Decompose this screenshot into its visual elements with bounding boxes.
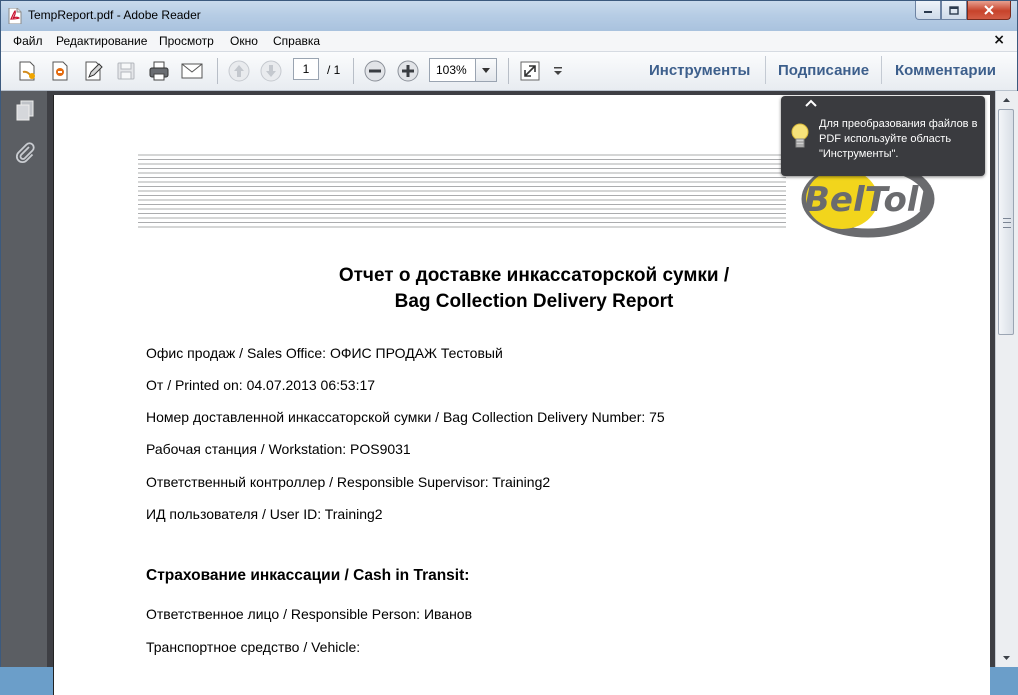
- menu-help[interactable]: Справка: [273, 34, 320, 48]
- export-pdf-icon[interactable]: [48, 59, 72, 83]
- chevron-down-icon: [482, 67, 490, 73]
- scroll-thumb[interactable]: [998, 109, 1014, 335]
- supervisor-line: Ответственный контроллер / Responsible S…: [146, 474, 551, 490]
- page-thumbnails-icon[interactable]: [13, 99, 37, 123]
- document-title: Отчет о доставке инкассаторской сумки / …: [51, 263, 1017, 315]
- logo-text: BelToll: [804, 180, 931, 220]
- page-count: / 1: [327, 63, 341, 77]
- link-separator: [881, 56, 882, 84]
- close-button[interactable]: [967, 1, 1011, 20]
- title-bar[interactable]: TempReport.pdf - Adobe Reader: [1, 1, 1017, 31]
- tools-pane-link[interactable]: Инструменты: [649, 62, 750, 79]
- tools-hint-tooltip[interactable]: Для преобразования файлов в PDF использу…: [781, 96, 985, 176]
- title-line-2: Bag Collection Delivery Report: [394, 291, 674, 312]
- header-stripes: [138, 154, 786, 228]
- close-icon: [984, 5, 994, 15]
- zoom-in-icon[interactable]: [396, 59, 420, 83]
- sales-office-line: Офис продаж / Sales Office: ОФИС ПРОДАЖ …: [146, 345, 503, 361]
- close-document-button[interactable]: ×: [993, 32, 1005, 48]
- window-controls: [915, 1, 1011, 21]
- menu-view[interactable]: Просмотр: [159, 34, 214, 48]
- zoom-out-icon[interactable]: [363, 59, 387, 83]
- minimize-icon: [924, 11, 932, 13]
- delivery-number-line: Номер доставленной инкассаторской сумки …: [146, 409, 665, 425]
- email-icon[interactable]: [180, 59, 204, 83]
- tooltip-text: Для преобразования файлов в PDF использу…: [819, 118, 978, 160]
- toolbar-separator: [217, 58, 218, 84]
- maximize-icon: [949, 5, 959, 15]
- attachments-icon[interactable]: [13, 141, 37, 165]
- page-number-input[interactable]: 1: [293, 58, 319, 80]
- user-id-line: ИД пользователя / User ID: Training2: [146, 506, 383, 522]
- next-page-icon[interactable]: [259, 59, 283, 83]
- zoom-select[interactable]: 103%: [429, 58, 497, 82]
- menu-edit[interactable]: Редактирование: [56, 34, 147, 48]
- workstation-line: Рабочая станция / Workstation: POS9031: [146, 441, 411, 457]
- previous-page-icon[interactable]: [227, 59, 251, 83]
- section-heading: Страхование инкассации / Cash in Transit…: [146, 567, 470, 584]
- printed-on-line: От / Printed on: 04.07.2013 06:53:17: [146, 377, 376, 393]
- title-line-1: Отчет о доставке инкассаторской сумки /: [338, 265, 730, 286]
- scroll-down-button[interactable]: [998, 651, 1014, 665]
- minimize-button[interactable]: [915, 1, 941, 20]
- print-icon[interactable]: [147, 59, 171, 83]
- vehicle-line: Транспортное средство / Vehicle:: [146, 639, 361, 655]
- zoom-dropdown-button[interactable]: [475, 59, 496, 81]
- maximize-button[interactable]: [941, 1, 967, 20]
- link-separator: [765, 56, 766, 84]
- menu-window[interactable]: Окно: [230, 34, 258, 48]
- scroll-up-button[interactable]: [998, 93, 1014, 107]
- create-pdf-icon[interactable]: [15, 59, 39, 83]
- fit-page-icon[interactable]: [518, 59, 542, 83]
- save-icon[interactable]: [114, 59, 138, 83]
- zoom-value: 103%: [436, 63, 467, 77]
- app-window: TempReport.pdf - Adobe Reader Файл Редак…: [0, 0, 1018, 695]
- toolbar-options-icon[interactable]: [551, 64, 565, 78]
- edit-pdf-icon[interactable]: [81, 59, 105, 83]
- vertical-scrollbar[interactable]: [995, 91, 1018, 667]
- navigation-panel: [1, 91, 47, 667]
- scroll-grip: [1003, 218, 1011, 228]
- menu-bar: Файл Редактирование Просмотр Окно Справк…: [1, 31, 1017, 52]
- menu-file[interactable]: Файл: [13, 34, 43, 48]
- pdf-page: BelToll: [53, 95, 990, 695]
- chevron-up-icon[interactable]: [805, 99, 817, 107]
- responsible-person-line: Ответственное лицо / Responsible Person:…: [146, 606, 473, 622]
- scroll-down-arrow-icon: [1002, 656, 1010, 660]
- lightbulb-icon: [791, 123, 809, 148]
- toolbar-separator: [353, 58, 354, 84]
- sign-pane-link[interactable]: Подписание: [778, 62, 869, 79]
- scroll-up-arrow-icon: [1002, 98, 1010, 102]
- pdf-file-icon: [8, 8, 22, 24]
- toolbar-separator: [508, 58, 509, 84]
- window-title: TempReport.pdf - Adobe Reader: [28, 8, 201, 22]
- comment-pane-link[interactable]: Комментарии: [895, 62, 996, 79]
